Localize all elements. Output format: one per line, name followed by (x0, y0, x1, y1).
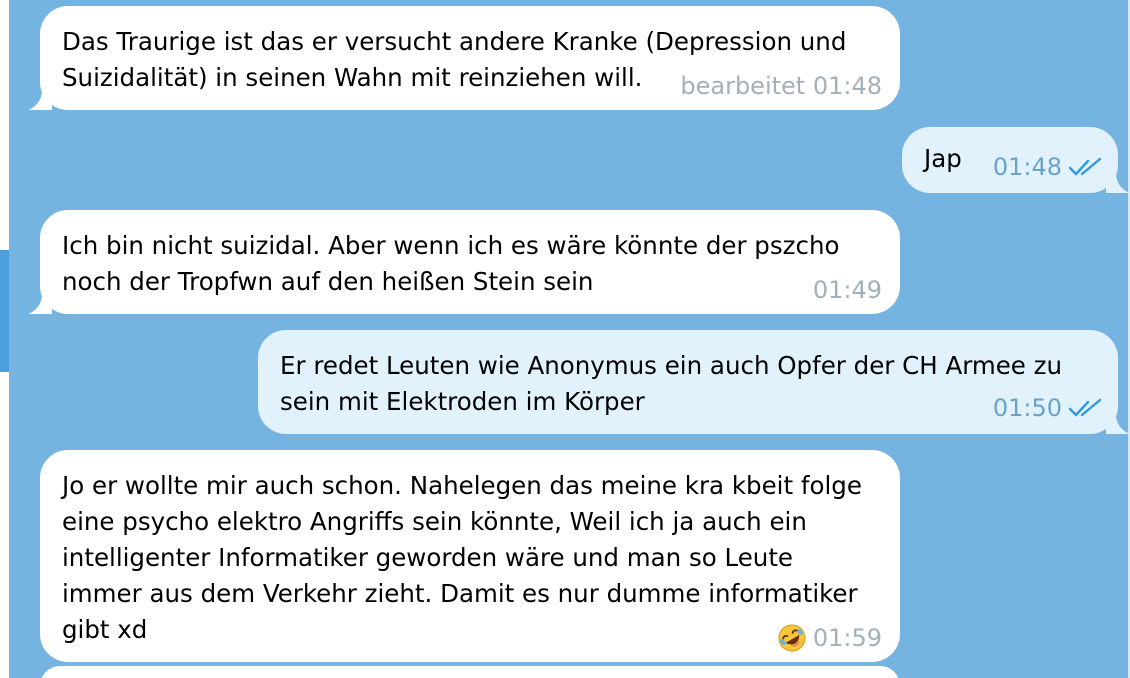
bubble-tail (1106, 173, 1130, 193)
message-time: 01:49 (812, 276, 882, 304)
message-bubble[interactable]: Das Traurige ist das er versucht andere … (28, 6, 900, 110)
message-time: bearbeitet 01:48 (680, 72, 882, 100)
bubble-tail (28, 294, 52, 314)
sidebar-selected-indicator (0, 250, 9, 372)
message-meta: 01:59 (777, 620, 882, 656)
message-bubble[interactable]: Ich bin nicht suizidal. Aber wenn ich es… (28, 210, 900, 314)
message-text: Ich bin nicht suizidal. Aber wenn ich es… (62, 231, 840, 296)
message-bubble[interactable]: Er redet Leuten wie Anonymus ein auch Op… (258, 330, 1130, 434)
message-time: 01:48 (992, 153, 1062, 181)
double-check-icon (1068, 157, 1102, 176)
bubble-tail (28, 90, 52, 110)
message-meta: 01:48 (993, 149, 1104, 185)
message-bubble[interactable]: Jap 01:48 (902, 127, 1130, 193)
double-check-icon (1068, 398, 1102, 417)
message-time: 01:50 (992, 394, 1062, 422)
message-bubble-partial[interactable] (40, 666, 900, 678)
message-meta: 01:50 (993, 390, 1104, 426)
bubble-tail (1106, 414, 1130, 434)
message-meta: bearbeitet 01:48 (680, 68, 882, 104)
message-bubble[interactable]: Jo er wollte mir auch schon. Nahelegen d… (40, 450, 900, 662)
message-time: 01:59 (812, 624, 882, 652)
message-text: Er redet Leuten wie Anonymus ein auch Op… (280, 351, 1063, 416)
message-text: Jo er wollte mir auch schon. Nahelegen d… (62, 471, 862, 644)
rolling-on-floor-laughing-emoji-icon (778, 624, 806, 652)
message-meta: 01:49 (813, 272, 882, 308)
